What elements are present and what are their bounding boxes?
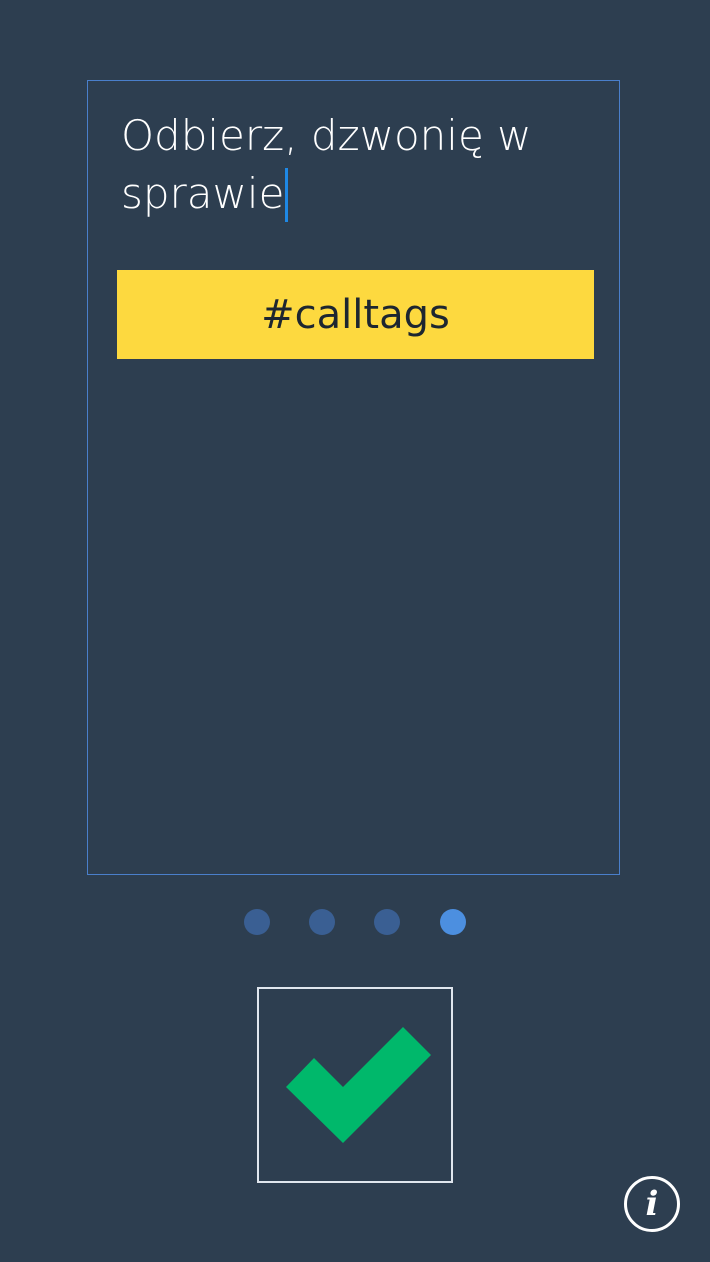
page-indicator [244,909,466,935]
message-text: Odbierz, dzwonię w sprawie [121,111,545,218]
text-caret [285,168,289,222]
confirm-button[interactable] [257,987,453,1183]
app-screen: { "card": { "message_text": "Odbierz, dz… [0,0,710,1262]
calltags-button[interactable]: #calltags [117,270,594,359]
message-text-editor[interactable]: Odbierz, dzwonię w sprawie [121,107,591,223]
page-dot-1[interactable] [244,909,270,935]
info-button[interactable]: i [624,1176,680,1232]
calltags-button-label: #calltags [261,291,450,338]
page-dot-4[interactable] [440,909,466,935]
page-dot-2[interactable] [309,909,335,935]
info-icon: i [645,1184,659,1224]
page-dot-3[interactable] [374,909,400,935]
message-card: Odbierz, dzwonię w sprawie #calltags [87,80,620,875]
checkmark-icon [286,1027,431,1143]
